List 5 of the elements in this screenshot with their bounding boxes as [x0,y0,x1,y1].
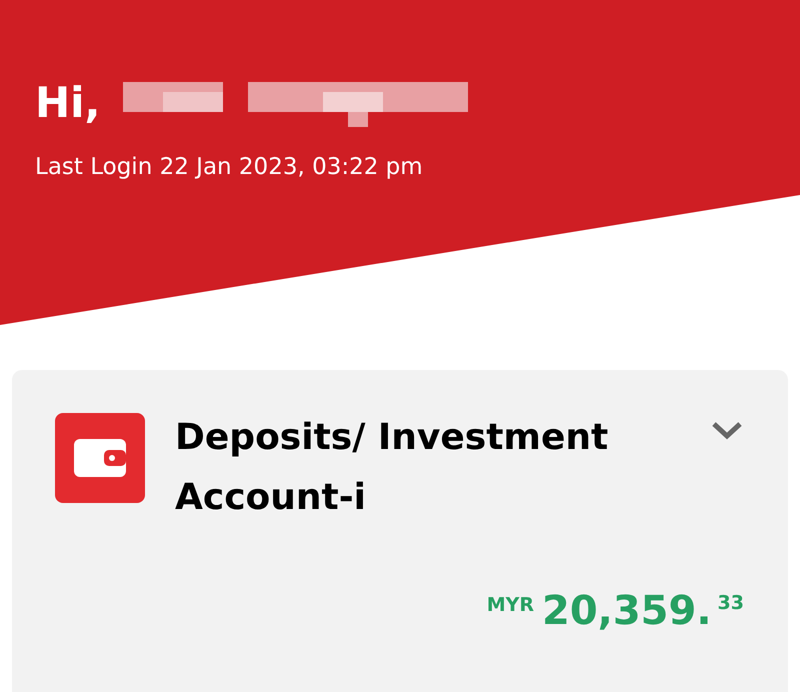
account-title: Deposits/ Investment Account-i [175,416,610,520]
chevron-icon[interactable] [710,419,744,441]
last-login-text: Last Login 22 Jan 2023, 03:22 pm [35,154,424,180]
greeting: Hi, [35,78,101,126]
wallet-icon [55,413,145,503]
